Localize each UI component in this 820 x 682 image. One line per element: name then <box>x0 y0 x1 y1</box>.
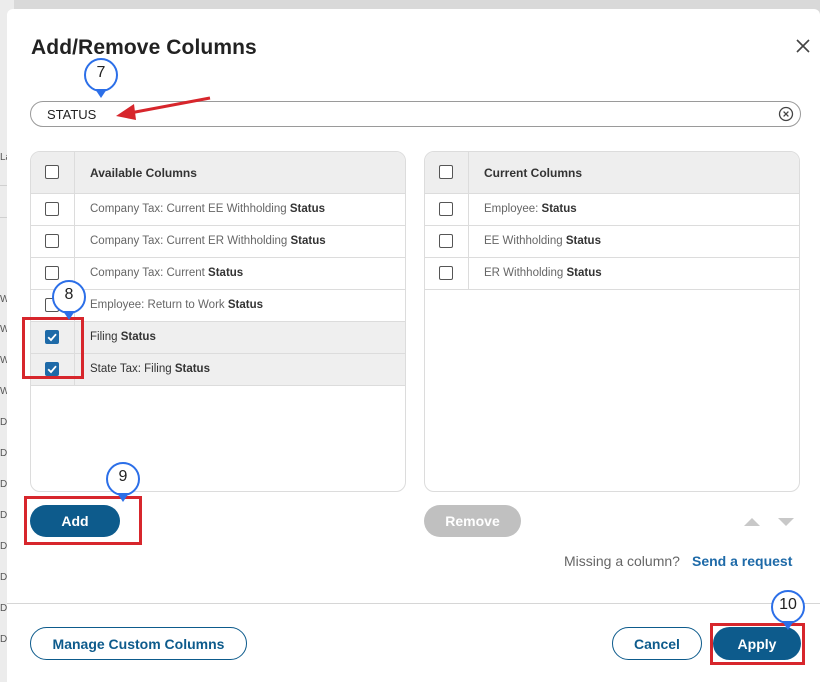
annotation-step-9: 9 <box>106 462 140 502</box>
annotation-step-8: 8 <box>52 280 86 320</box>
annotation-arrow <box>116 96 211 120</box>
annotation-highlight-checkboxes <box>22 317 84 379</box>
annotation-step-10: 10 <box>771 590 805 630</box>
annotation-step-7: 7 <box>84 58 118 98</box>
annotation-highlight-add <box>24 496 142 545</box>
